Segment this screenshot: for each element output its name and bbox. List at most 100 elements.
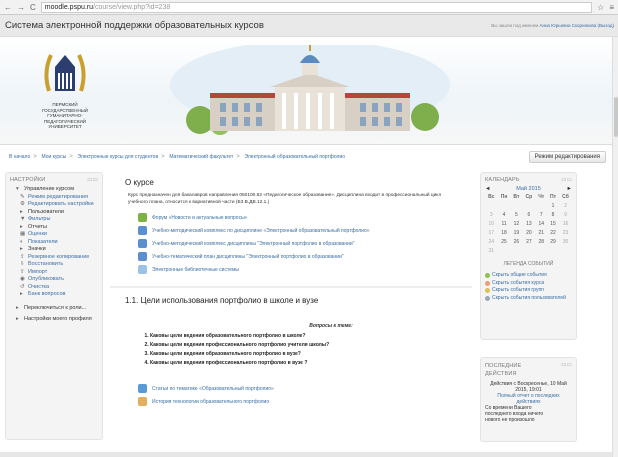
calendar-day[interactable]: 10: [485, 219, 498, 228]
activity-link[interactable]: Статьи по тематике «Образовательный порт…: [138, 382, 472, 395]
settings-item[interactable]: ◐ Показатели: [10, 239, 98, 247]
settings-item[interactable]: ▸ Банк вопросов: [10, 291, 98, 299]
edit-mode-button[interactable]: Режим редактирования: [528, 150, 606, 163]
event-type-icon: [485, 280, 490, 286]
calendar-day[interactable]: 7: [535, 210, 547, 219]
calendar-day[interactable]: 9: [559, 210, 572, 219]
next-month-icon[interactable]: ►: [567, 186, 572, 192]
calendar-day[interactable]: 11: [498, 219, 511, 228]
question-item: Каковы цели ведения профессионального по…: [150, 359, 472, 368]
calendar-day[interactable]: 13: [522, 219, 535, 228]
calendar-week: 3456789: [485, 210, 572, 219]
calendar-day[interactable]: 15: [547, 219, 559, 228]
settings-item[interactable]: ▼ Фильтры: [10, 216, 98, 224]
calendar-day[interactable]: 25: [498, 237, 511, 246]
settings-item[interactable]: ⇪ Резервное копирование: [10, 254, 98, 262]
breadcrumb-item[interactable]: В начало: [9, 154, 30, 160]
profile-settings-label: Настройки моего профиля: [24, 316, 92, 322]
activity-label: Учебно-методический комплекс по дисципли…: [152, 227, 370, 234]
weekday-label: Чт: [538, 193, 545, 200]
calendar-day[interactable]: 18: [498, 228, 511, 237]
settings-item[interactable]: ▦ Оценки: [10, 231, 98, 239]
settings-item-label: Показатели: [28, 238, 58, 245]
calendar-day[interactable]: 16: [559, 219, 572, 228]
calendar-day[interactable]: 3: [485, 210, 498, 219]
block-controls-icon[interactable]: ▭▭: [561, 177, 572, 183]
calendar-day[interactable]: 14: [535, 219, 547, 228]
tree-course-admin[interactable]: ▾ Управление курсом: [10, 186, 98, 194]
calendar-day[interactable]: 24: [485, 237, 498, 246]
calendar-day[interactable]: 2: [559, 201, 572, 210]
calendar-day[interactable]: 5: [511, 210, 523, 219]
weekday-label: Ср: [525, 193, 533, 200]
legend-item[interactable]: Скрыть события групп: [485, 287, 572, 295]
block-controls-icon[interactable]: ▭▭: [87, 177, 98, 183]
legend-item[interactable]: Скрыть события курса: [485, 280, 572, 288]
weekday-label: Вт: [513, 193, 520, 200]
calendar-day: [559, 246, 572, 255]
settings-item-label: Опубликовать: [28, 276, 64, 282]
block-controls-icon[interactable]: ▭▭: [561, 362, 572, 378]
breadcrumb-item[interactable]: Математический факультет: [169, 154, 233, 160]
calendar-day[interactable]: 20: [522, 228, 535, 237]
calendar-day[interactable]: 22: [547, 228, 559, 237]
full-report-link[interactable]: Полный отчет о последних действиях: [485, 393, 572, 405]
back-icon[interactable]: ←: [4, 3, 12, 12]
legend-item[interactable]: Скрыть события пользователей: [485, 295, 572, 303]
calendar-day[interactable]: 23: [559, 228, 572, 237]
user-link[interactable]: Анна Юрьевна Скорнякова: [539, 23, 596, 28]
calendar-day[interactable]: 1: [547, 201, 559, 210]
pencil-icon: ✎: [20, 193, 25, 200]
activity-link[interactable]: Форум «Новости и актуальные вопросы»: [138, 211, 472, 224]
switch-role-label: Переключиться к роли...: [24, 304, 87, 311]
breadcrumb-item[interactable]: Электронные курсы для студентов: [77, 154, 158, 160]
calendar-day[interactable]: 8: [547, 210, 559, 219]
reload-icon[interactable]: C: [30, 3, 36, 12]
activity-link[interactable]: Учебно-методический комплекс дисциплины …: [138, 237, 472, 250]
weekday-label: Вс: [488, 193, 495, 200]
calendar-day[interactable]: 26: [511, 237, 523, 246]
calendar-day[interactable]: 27: [522, 237, 535, 246]
settings-item[interactable]: ⇩ Восстановить: [10, 261, 98, 269]
activity-link[interactable]: Учебно-методический комплекс по дисципли…: [138, 224, 472, 237]
breadcrumb-item[interactable]: Электронный образовательный портфолио: [244, 154, 345, 160]
settings-item[interactable]: ✎ Режим редактирования: [10, 194, 98, 202]
calendar-day[interactable]: 12: [511, 219, 523, 228]
page-scrollbar[interactable]: [612, 37, 618, 457]
activity-link[interactable]: Учебно-тематический план дисциплины "Эле…: [138, 250, 472, 263]
calendar-day[interactable]: 21: [535, 228, 547, 237]
settings-item[interactable]: ▸ Значки: [10, 246, 98, 254]
tree-profile-settings[interactable]: ▸ Настройки моего профиля: [10, 316, 98, 324]
calendar-day[interactable]: 29: [547, 237, 559, 246]
activity-label: Статьи по тематике «Образовательный порт…: [152, 385, 274, 392]
university-name: ПЕРМСКИЙ ГОСУДАРСТВЕННЫЙ ГУМАНИТАРНО-ПЕД…: [41, 102, 88, 129]
calendar-day[interactable]: 17: [485, 228, 498, 237]
address-bar[interactable]: moodle.pspu.ru/course/view.php?id=238: [40, 1, 593, 13]
prev-month-icon[interactable]: ◄: [485, 186, 490, 192]
settings-item[interactable]: ◉ Опубликовать: [10, 276, 98, 284]
calendar-day[interactable]: 30: [559, 237, 572, 246]
tree-switch-role[interactable]: ▸ Переключиться к роли...: [10, 305, 98, 313]
calendar-month[interactable]: Май 2015: [516, 186, 541, 192]
activity-link[interactable]: История технологии образовательного порт…: [138, 395, 472, 408]
calendar-day[interactable]: 19: [511, 228, 523, 237]
breadcrumb-item[interactable]: Мои курсы: [41, 154, 66, 160]
settings-item-label: Резервное копирование: [28, 253, 90, 260]
legend-item[interactable]: Скрыть общие события: [485, 272, 572, 280]
logout-link[interactable]: (Выход): [598, 23, 614, 28]
calendar-day[interactable]: 28: [535, 237, 547, 246]
forward-icon[interactable]: →: [17, 3, 25, 12]
settings-item[interactable]: ▸ Пользователи: [10, 209, 98, 217]
activity-link[interactable]: Электронные библиотечные системы: [138, 263, 472, 276]
star-icon[interactable]: ☆: [597, 3, 604, 12]
calendar-day[interactable]: 6: [522, 210, 535, 219]
scrollbar-thumb[interactable]: [614, 97, 618, 137]
site-title[interactable]: Система электронной поддержки образовате…: [5, 20, 264, 31]
settings-item[interactable]: ⇧ Импорт: [10, 269, 98, 277]
settings-item[interactable]: ▸ Отчеты: [10, 224, 98, 232]
settings-item[interactable]: ⚙ Редактировать настройки: [10, 201, 98, 209]
menu-icon[interactable]: ≡: [609, 3, 614, 12]
settings-item[interactable]: ↺ Очистка: [10, 284, 98, 292]
calendar-day[interactable]: 4: [498, 210, 511, 219]
calendar-day[interactable]: 31: [485, 246, 498, 255]
